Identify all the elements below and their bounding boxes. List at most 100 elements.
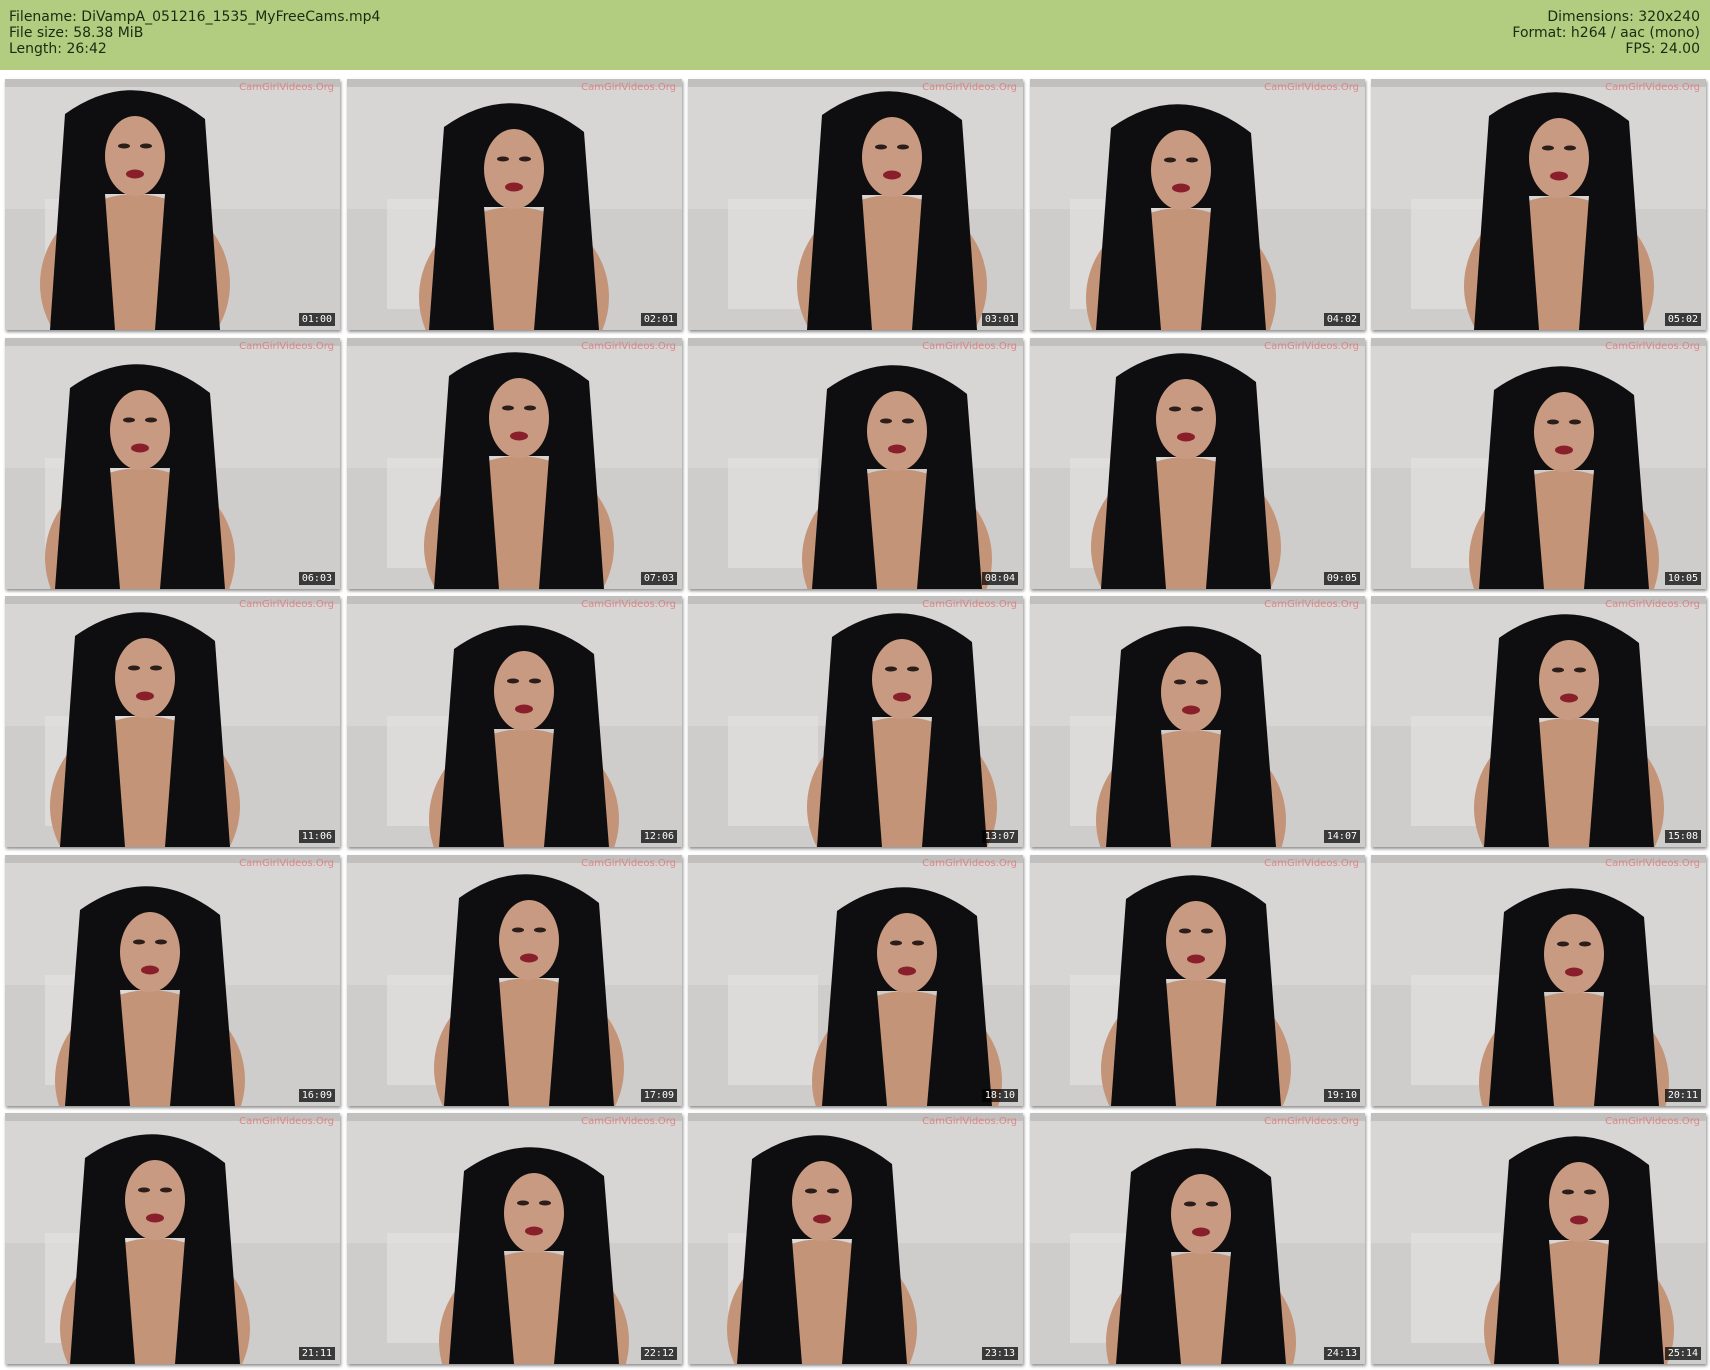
frame-image: [1030, 1113, 1365, 1364]
watermark-text: CamGirlVideos.Org: [1264, 341, 1359, 352]
frame-image: [347, 338, 682, 589]
video-thumbnail[interactable]: CamGirlVideos.Org 02:01: [347, 79, 682, 330]
watermark-text: CamGirlVideos.Org: [1605, 599, 1700, 610]
thumbnail-timestamp: 21:11: [298, 1347, 335, 1360]
watermark-text: CamGirlVideos.Org: [581, 599, 676, 610]
thumbnail-timestamp: 23:13: [981, 1347, 1018, 1360]
thumbnail-timestamp: 06:03: [298, 572, 335, 585]
frame-image: [347, 596, 682, 847]
watermark-text: CamGirlVideos.Org: [581, 82, 676, 93]
header-right-info: Dimensions: 320x240 Format: h264 / aac (…: [1512, 9, 1700, 57]
watermark-text: CamGirlVideos.Org: [922, 1116, 1017, 1127]
thumbnail-timestamp: 14:07: [1323, 830, 1360, 843]
filesize-line: File size: 58.38 MiB: [9, 25, 144, 41]
video-thumbnail[interactable]: CamGirlVideos.Org 08:04: [688, 338, 1023, 589]
frame-image: [688, 338, 1023, 589]
watermark-text: CamGirlVideos.Org: [922, 82, 1017, 93]
video-thumbnail[interactable]: CamGirlVideos.Org 10:05: [1371, 338, 1706, 589]
video-thumbnail[interactable]: CamGirlVideos.Org 14:07: [1030, 596, 1365, 847]
frame-image: [5, 338, 340, 589]
watermark-text: CamGirlVideos.Org: [1264, 1116, 1359, 1127]
frame-image: [1030, 855, 1365, 1106]
watermark-text: CamGirlVideos.Org: [922, 599, 1017, 610]
video-thumbnail[interactable]: CamGirlVideos.Org 25:14: [1371, 1113, 1706, 1364]
thumbnail-timestamp: 09:05: [1323, 572, 1360, 585]
video-thumbnail[interactable]: CamGirlVideos.Org 13:07: [688, 596, 1023, 847]
video-thumbnail[interactable]: CamGirlVideos.Org 06:03: [5, 338, 340, 589]
frame-image: [1371, 338, 1706, 589]
frame-image: [5, 79, 340, 330]
thumbnail-timestamp: 11:06: [298, 830, 335, 843]
video-thumbnail[interactable]: CamGirlVideos.Org 04:02: [1030, 79, 1365, 330]
frame-image: [688, 855, 1023, 1106]
frame-image: [1030, 79, 1365, 330]
video-thumbnail[interactable]: CamGirlVideos.Org 01:00: [5, 79, 340, 330]
filename-line: Filename: DiVampA_051216_1535_MyFreeCams…: [9, 9, 381, 25]
video-thumbnail[interactable]: CamGirlVideos.Org 22:12: [347, 1113, 682, 1364]
watermark-text: CamGirlVideos.Org: [1264, 858, 1359, 869]
thumbnail-timestamp: 13:07: [981, 830, 1018, 843]
frame-image: [1371, 79, 1706, 330]
frame-image: [347, 79, 682, 330]
video-thumbnail[interactable]: CamGirlVideos.Org 17:09: [347, 855, 682, 1106]
thumbnail-timestamp: 02:01: [640, 313, 677, 326]
watermark-text: CamGirlVideos.Org: [239, 599, 334, 610]
video-thumbnail[interactable]: CamGirlVideos.Org 19:10: [1030, 855, 1365, 1106]
video-thumbnail[interactable]: CamGirlVideos.Org 03:01: [688, 79, 1023, 330]
thumbnail-timestamp: 04:02: [1323, 313, 1360, 326]
frame-image: [1371, 596, 1706, 847]
video-thumbnail[interactable]: CamGirlVideos.Org 24:13: [1030, 1113, 1365, 1364]
format-line: Format: h264 / aac (mono): [1512, 25, 1700, 41]
header-left-info: Filename: DiVampA_051216_1535_MyFreeCams…: [9, 9, 380, 57]
thumbnail-timestamp: 25:14: [1664, 1347, 1701, 1360]
video-thumbnail[interactable]: CamGirlVideos.Org 23:13: [688, 1113, 1023, 1364]
thumbnail-timestamp: 16:09: [298, 1089, 335, 1102]
watermark-text: CamGirlVideos.Org: [922, 858, 1017, 869]
frame-image: [347, 855, 682, 1106]
watermark-text: CamGirlVideos.Org: [1605, 1116, 1700, 1127]
frame-image: [688, 596, 1023, 847]
frame-image: [5, 855, 340, 1106]
dimensions-line: Dimensions: 320x240: [1547, 9, 1700, 25]
frame-image: [1371, 1113, 1706, 1364]
watermark-text: CamGirlVideos.Org: [1264, 82, 1359, 93]
video-thumbnail[interactable]: CamGirlVideos.Org 16:09: [5, 855, 340, 1106]
thumbnail-timestamp: 15:08: [1664, 830, 1701, 843]
video-thumbnail[interactable]: CamGirlVideos.Org 18:10: [688, 855, 1023, 1106]
watermark-text: CamGirlVideos.Org: [922, 341, 1017, 352]
video-thumbnail[interactable]: CamGirlVideos.Org 15:08: [1371, 596, 1706, 847]
watermark-text: CamGirlVideos.Org: [239, 858, 334, 869]
watermark-text: CamGirlVideos.Org: [581, 1116, 676, 1127]
fps-line: FPS: 24.00: [1625, 41, 1700, 57]
frame-image: [688, 1113, 1023, 1364]
frame-image: [5, 1113, 340, 1364]
video-thumbnail[interactable]: CamGirlVideos.Org 12:06: [347, 596, 682, 847]
video-thumbnail[interactable]: CamGirlVideos.Org 11:06: [5, 596, 340, 847]
video-thumbnail[interactable]: CamGirlVideos.Org 09:05: [1030, 338, 1365, 589]
video-thumbnail[interactable]: CamGirlVideos.Org 05:02: [1371, 79, 1706, 330]
length-line: Length: 26:42: [9, 41, 107, 57]
thumbnail-timestamp: 18:10: [981, 1089, 1018, 1102]
watermark-text: CamGirlVideos.Org: [581, 858, 676, 869]
watermark-text: CamGirlVideos.Org: [1264, 599, 1359, 610]
thumbnail-timestamp: 12:06: [640, 830, 677, 843]
thumbnail-timestamp: 20:11: [1664, 1089, 1701, 1102]
thumbnail-timestamp: 08:04: [981, 572, 1018, 585]
thumbnail-timestamp: 19:10: [1323, 1089, 1360, 1102]
info-header: Filename: DiVampA_051216_1535_MyFreeCams…: [0, 0, 1710, 70]
video-thumbnail[interactable]: CamGirlVideos.Org 21:11: [5, 1113, 340, 1364]
watermark-text: CamGirlVideos.Org: [239, 82, 334, 93]
frame-image: [688, 79, 1023, 330]
video-thumbnail[interactable]: CamGirlVideos.Org 07:03: [347, 338, 682, 589]
thumbnail-timestamp: 05:02: [1664, 313, 1701, 326]
video-thumbnail[interactable]: CamGirlVideos.Org 20:11: [1371, 855, 1706, 1106]
thumbnail-timestamp: 22:12: [640, 1347, 677, 1360]
thumbnail-timestamp: 07:03: [640, 572, 677, 585]
thumbnail-timestamp: 17:09: [640, 1089, 677, 1102]
watermark-text: CamGirlVideos.Org: [581, 341, 676, 352]
thumbnail-timestamp: 24:13: [1323, 1347, 1360, 1360]
frame-image: [5, 596, 340, 847]
watermark-text: CamGirlVideos.Org: [1605, 82, 1700, 93]
frame-image: [1030, 596, 1365, 847]
thumbnail-timestamp: 03:01: [981, 313, 1018, 326]
